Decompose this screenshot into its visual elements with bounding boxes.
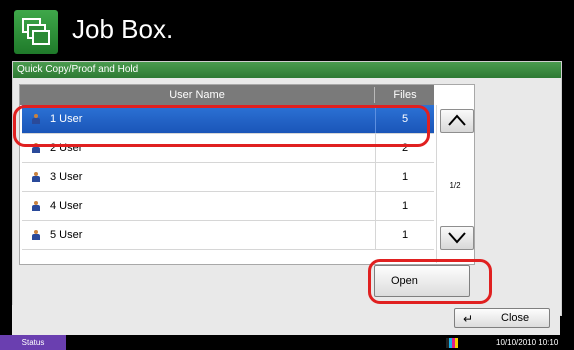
user-icon — [32, 143, 40, 153]
column-header-user-name: User Name — [169, 89, 225, 101]
scroll-down-button[interactable] — [440, 226, 474, 250]
list-item[interactable]: 3 User 1 — [22, 163, 434, 192]
user-list: User Name Files 1 User 5 2 User 2 3 User… — [19, 84, 475, 265]
file-count: 1 — [401, 171, 409, 183]
open-button[interactable]: Open — [374, 265, 470, 297]
file-count: 1 — [401, 200, 409, 212]
date-time: 10/10/2010 10:10 — [496, 338, 559, 347]
file-count: 2 — [401, 142, 409, 154]
close-button[interactable]: ↵ Close — [454, 308, 550, 328]
app-header: Job Box. — [0, 0, 574, 60]
chevron-up-icon — [448, 114, 466, 126]
list-item[interactable]: 5 User 1 — [22, 221, 434, 250]
return-icon: ↵ — [463, 312, 474, 326]
user-name: 3 User — [50, 171, 83, 183]
close-button-label: Close — [501, 312, 530, 324]
toner-level-icon — [446, 338, 460, 348]
page-title: Job Box. — [72, 14, 174, 44]
list-header: User Name Files — [20, 85, 434, 105]
list-item[interactable]: 2 User 2 — [22, 134, 434, 163]
user-name: 5 User — [50, 229, 83, 241]
user-name: 2 User — [50, 142, 83, 154]
page-indicator: 1/2 — [449, 181, 461, 190]
list-item[interactable]: 1 User 5 — [22, 105, 434, 134]
user-name: 1 User — [50, 113, 83, 125]
list-item[interactable]: 4 User 1 — [22, 192, 434, 221]
column-header-files: Files — [393, 89, 417, 101]
file-count: 1 — [401, 229, 409, 241]
scroll-up-button[interactable] — [440, 109, 474, 133]
chevron-down-icon — [448, 232, 466, 244]
user-name: 4 User — [50, 200, 83, 212]
user-icon — [32, 114, 40, 124]
column-divider — [374, 87, 375, 103]
job-box-panel: Quick Copy/Proof and Hold User Name File… — [12, 61, 562, 316]
panel-title: Quick Copy/Proof and Hold — [13, 62, 561, 78]
status-bar — [0, 335, 574, 350]
open-button-label: Open — [391, 275, 418, 287]
status-button[interactable]: Status — [0, 335, 66, 350]
user-icon — [32, 230, 40, 240]
user-icon — [32, 172, 40, 182]
user-icon — [32, 201, 40, 211]
file-count: 5 — [401, 113, 409, 125]
job-box-icon — [14, 10, 58, 54]
